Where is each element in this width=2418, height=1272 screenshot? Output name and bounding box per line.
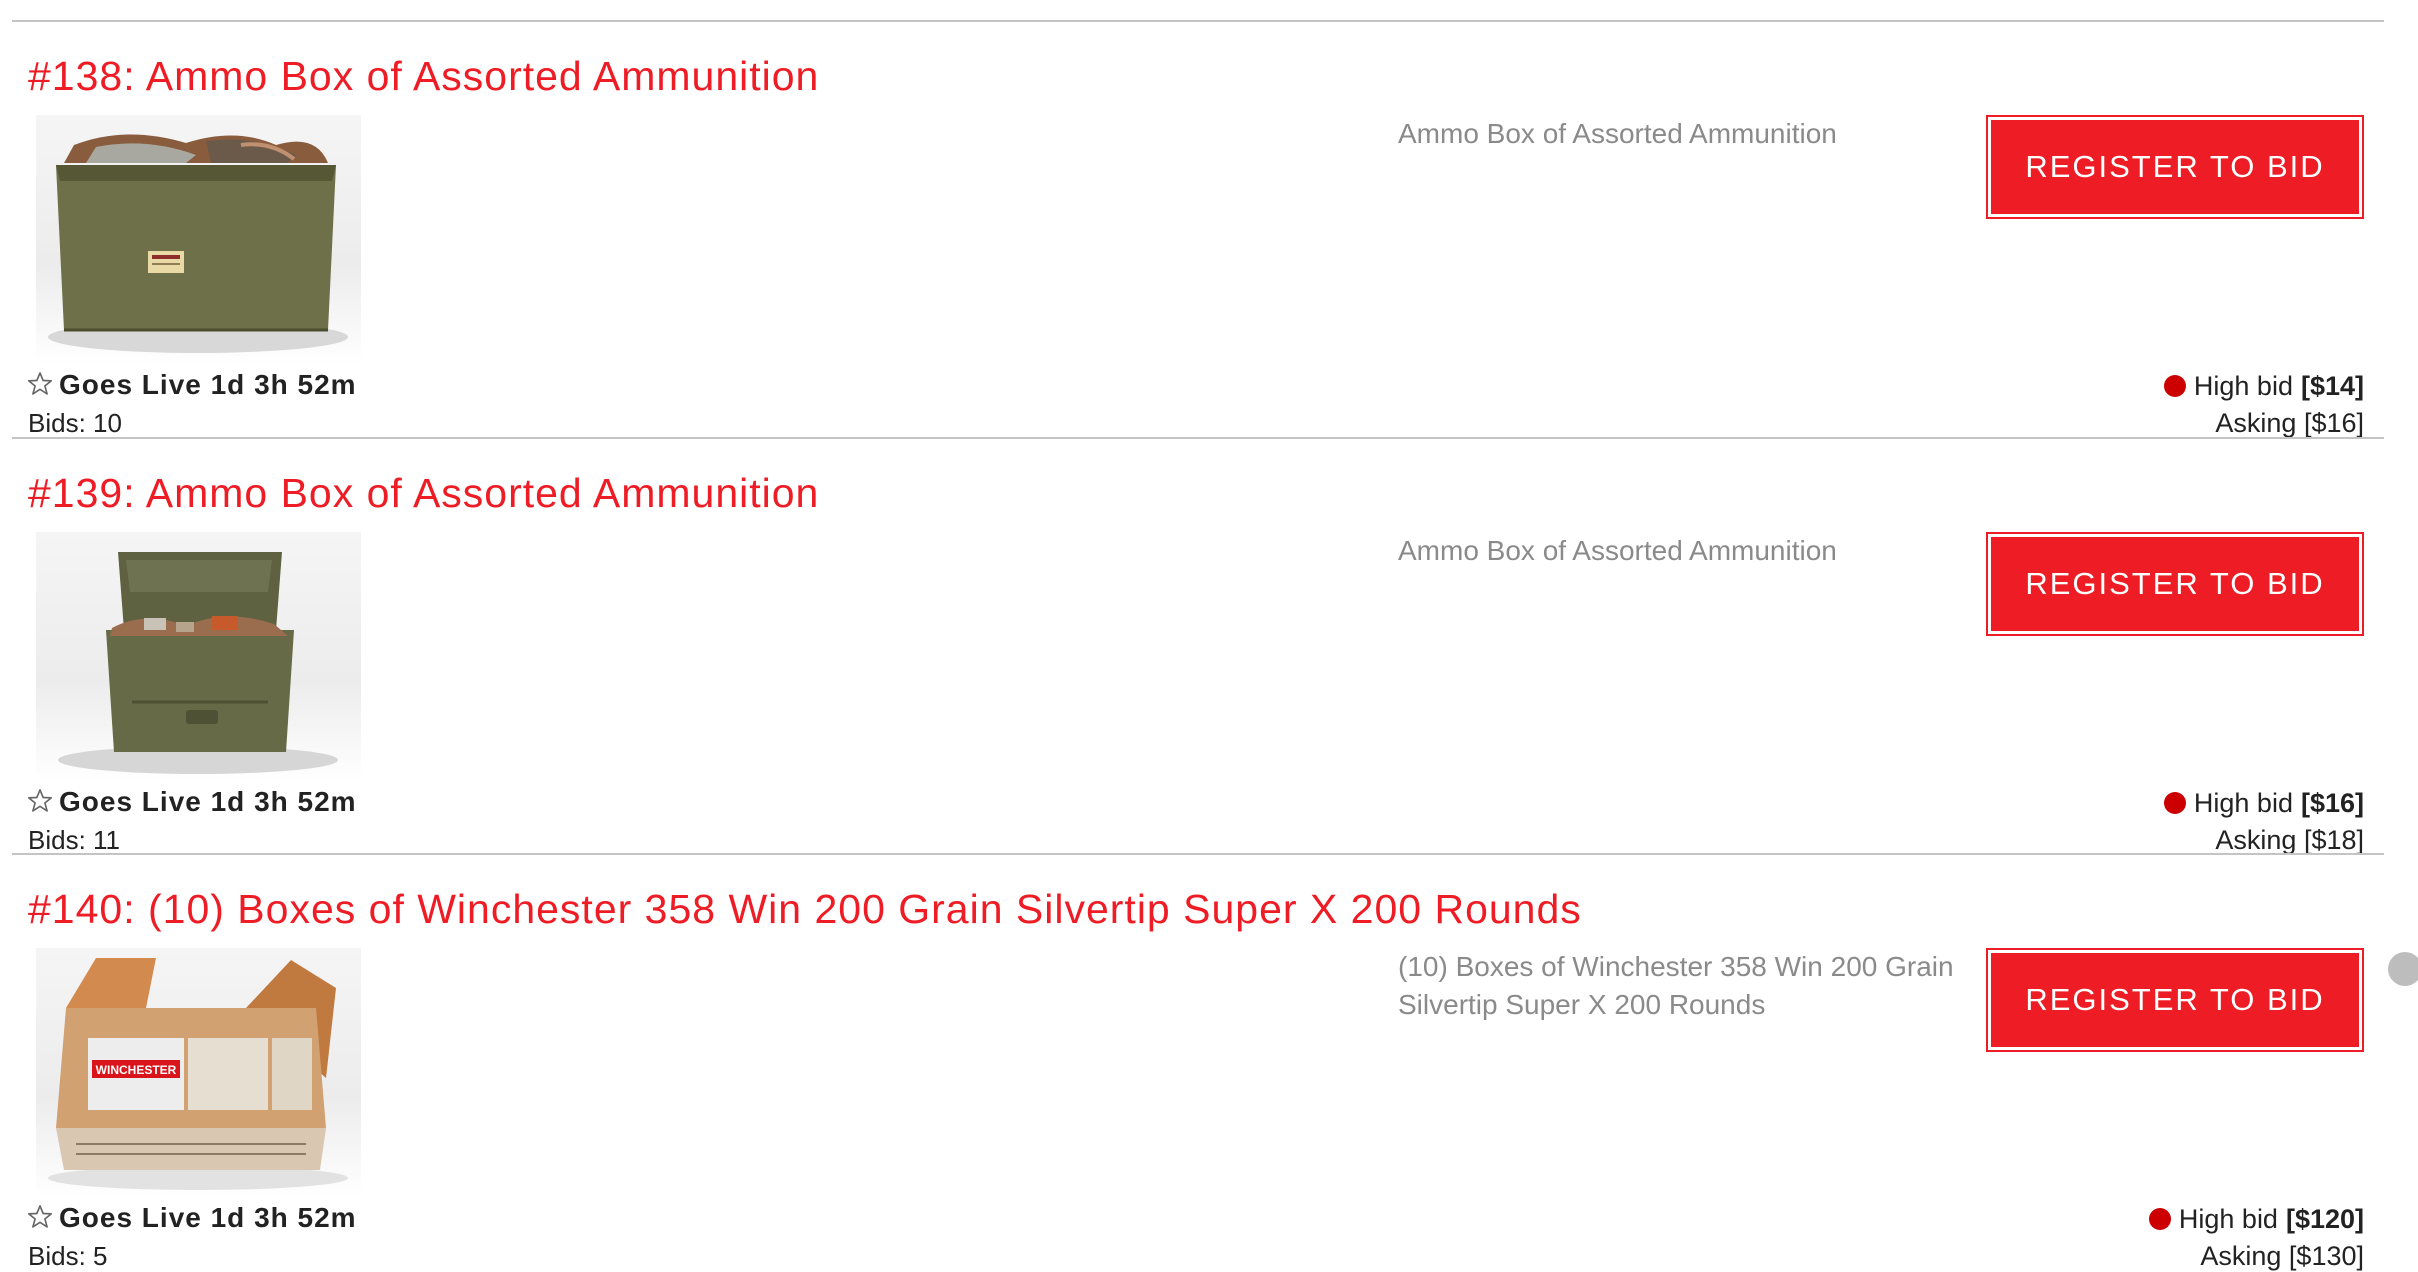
winchester-brand-text: WINCHESTER (96, 1063, 177, 1077)
bid-summary: High bid [$14] Asking [$16] (2163, 369, 2364, 439)
register-to-bid-button[interactable]: Register to Bid (1986, 115, 2364, 219)
bid-count: Bids: 10 (28, 408, 122, 438)
bid-count: Bids: 11 (28, 825, 121, 855)
open-ammo-box-photo (58, 552, 338, 774)
lot-title-link[interactable]: #140: (10) Boxes of Winchester 358 Win 2… (28, 886, 1582, 933)
star-outline-icon[interactable] (26, 787, 54, 815)
bid-summary: High bid [$120] Asking [$130] (2148, 1202, 2364, 1272)
asking-price: Asking [$18] (2215, 825, 2364, 855)
high-bid-row: High bid [$120] (2148, 1202, 2364, 1236)
goes-live-countdown: Goes Live 1d 3h 52m (59, 786, 357, 817)
lot-description: Ammo Box of Assorted Ammunition (1398, 118, 1837, 149)
lot-thumbnail[interactable]: WINCHESTER (36, 948, 361, 1198)
red-dot-icon (2148, 1208, 2171, 1230)
star-outline-icon[interactable] (26, 1203, 54, 1231)
lot-item: #139: Ammo Box of Assorted Ammunition Am… (0, 437, 2418, 855)
lot-item: #140: (10) Boxes of Winchester 358 Win 2… (0, 853, 2418, 1271)
asking-price: Asking [$16] (2215, 408, 2364, 438)
star-outline-icon[interactable] (26, 370, 54, 398)
high-bid-value: [$16] (2300, 787, 2364, 818)
lot-title-link[interactable]: #138: Ammo Box of Assorted Ammunition (28, 53, 819, 100)
red-dot-icon (2163, 375, 2186, 397)
bid-count: Bids: 5 (28, 1241, 108, 1271)
lot-item: #138: Ammo Box of Assorted Ammunition Am… (0, 20, 2418, 438)
high-bid-value: [$14] (2300, 370, 2364, 401)
goes-live-countdown: Goes Live 1d 3h 52m (59, 1202, 357, 1233)
lot-title-link[interactable]: #139: Ammo Box of Assorted Ammunition (28, 470, 819, 517)
lot-description: Ammo Box of Assorted Ammunition (1398, 535, 1837, 566)
high-bid-value: [$120] (2285, 1203, 2364, 1234)
closed-ammo-box-photo (48, 134, 348, 353)
scroll-indicator[interactable] (2388, 952, 2418, 986)
lot-thumbnail[interactable] (36, 532, 361, 782)
goes-live-countdown: Goes Live 1d 3h 52m (59, 369, 357, 400)
red-dot-icon (2163, 792, 2186, 814)
lot-description: (10) Boxes of Winchester 358 Win 200 Gra… (1398, 951, 1954, 1020)
register-to-bid-button[interactable]: Register to Bid (1986, 532, 2364, 636)
register-to-bid-button[interactable]: Register to Bid (1986, 948, 2364, 1052)
winchester-cartridge-boxes-photo: WINCHESTER (48, 958, 348, 1190)
lot-thumbnail[interactable] (36, 115, 361, 365)
high-bid-label: High bid (2178, 1203, 2278, 1234)
bid-summary: High bid [$16] Asking [$18] (2163, 786, 2364, 856)
asking-price: Asking [$130] (2200, 1241, 2364, 1271)
high-bid-row: High bid [$14] (2163, 369, 2364, 403)
high-bid-label: High bid (2193, 370, 2293, 401)
high-bid-row: High bid [$16] (2163, 786, 2364, 820)
high-bid-label: High bid (2193, 787, 2293, 818)
